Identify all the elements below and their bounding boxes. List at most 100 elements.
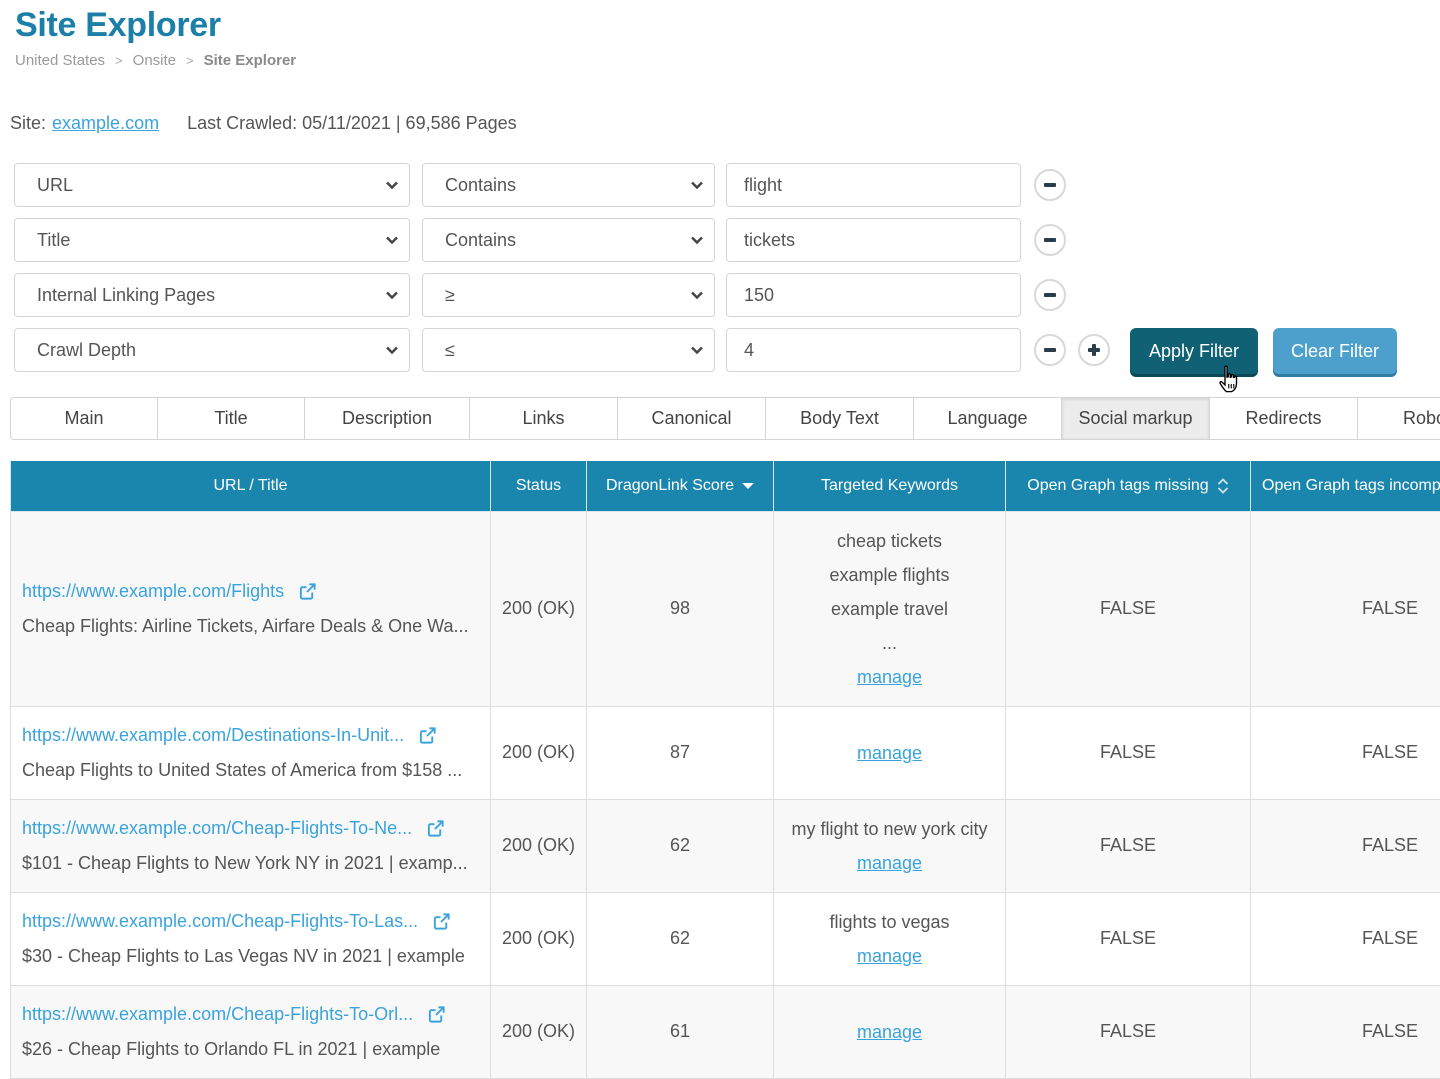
chevron-down-icon (691, 346, 703, 355)
keyword-item: ... (881, 632, 897, 653)
score-cell: 98 (586, 510, 774, 707)
external-link-icon[interactable] (298, 582, 317, 601)
score-cell: 87 (586, 705, 774, 800)
status-cell: 200 (OK) (490, 510, 587, 707)
tab-bar: Main Title Description Links Canonical Body T… (10, 397, 1440, 440)
filter-value-input[interactable]: tickets (726, 218, 1021, 262)
chevron-down-icon (386, 291, 398, 300)
page-url-link[interactable]: https://www.example.com/Cheap-Flights-To… (22, 1004, 413, 1025)
filter-row: Internal Linking Pages ≥150 (14, 273, 1114, 317)
og-missing-cell: FALSE (1005, 510, 1251, 707)
page-url-link[interactable]: https://www.example.com/Cheap-Flights-To… (22, 818, 412, 839)
manage-keywords-link[interactable]: manage (857, 667, 922, 687)
tab-body-text[interactable]: Body Text (766, 398, 914, 439)
column-header-url-title[interactable]: URL / Title (10, 461, 491, 512)
add-filter-button[interactable] (1078, 334, 1110, 366)
filter-operator-select[interactable]: Contains (422, 163, 715, 207)
remove-filter-button[interactable] (1034, 169, 1066, 201)
og-missing-cell: FALSE (1005, 984, 1251, 1079)
keywords-cell: flights to vegas manage (773, 891, 1006, 986)
keyword-item: example travel (830, 598, 949, 619)
table-row: https://www.example.com/Destinations-In-… (10, 705, 1440, 800)
manage-keywords-link[interactable]: manage (857, 743, 922, 763)
status-cell: 200 (OK) (490, 984, 587, 1079)
site-link[interactable]: example.com (52, 113, 159, 134)
manage-keywords-link[interactable]: manage (857, 946, 922, 966)
tab-language[interactable]: Language (914, 398, 1062, 439)
remove-filter-button[interactable] (1034, 334, 1066, 366)
external-link-icon[interactable] (418, 726, 437, 745)
column-header-og-missing[interactable]: Open Graph tags missing (1005, 461, 1251, 512)
column-header-status[interactable]: Status (490, 461, 587, 512)
url-title-cell: https://www.example.com/Cheap-Flights-To… (10, 891, 491, 986)
filter-field-select[interactable]: Internal Linking Pages (14, 273, 410, 317)
page-title-text: $26 - Cheap Flights to Orlando FL in 202… (22, 1038, 441, 1059)
table-row: https://www.example.com/Cheap-Flights-To… (10, 984, 1440, 1079)
filter-row: Crawl Depth ≤4 (14, 328, 1114, 372)
filter-operator-select[interactable]: ≥ (422, 273, 715, 317)
page-title-text: $30 - Cheap Flights to Las Vegas NV in 2… (22, 945, 465, 966)
filter-value-input[interactable]: 150 (726, 273, 1021, 317)
tab-description[interactable]: Description (305, 398, 470, 439)
page-title-text: Cheap Flights to United States of Americ… (22, 759, 463, 780)
last-crawled-info: Last Crawled: 05/11/2021 | 69,586 Pages (187, 113, 517, 133)
filter-value-input[interactable]: 4 (726, 328, 1021, 372)
og-incomplete-cell: FALSE (1250, 705, 1440, 800)
tab-title[interactable]: Title (158, 398, 305, 439)
minus-icon (1044, 183, 1056, 187)
url-title-cell: https://www.example.com/Destinations-In-… (10, 705, 491, 800)
breadcrumb: United States > Onsite > Site Explorer (15, 52, 296, 69)
breadcrumb-separator: > (186, 53, 194, 68)
minus-icon (1044, 348, 1056, 352)
filter-operator-select[interactable]: ≤ (422, 328, 715, 372)
tab-robots[interactable]: Robots (1358, 398, 1440, 439)
page-url-link[interactable]: https://www.example.com/Destinations-In-… (22, 725, 404, 746)
tab-redirects[interactable]: Redirects (1210, 398, 1358, 439)
status-cell: 200 (OK) (490, 705, 587, 800)
filter-operator-select[interactable]: Contains (422, 218, 715, 262)
filter-field-select[interactable]: Title (14, 218, 410, 262)
manage-keywords-link[interactable]: manage (857, 1022, 922, 1042)
tab-canonical[interactable]: Canonical (618, 398, 766, 439)
hand-cursor-icon (1219, 365, 1238, 393)
clear-filter-button[interactable]: Clear Filter (1273, 328, 1397, 374)
url-title-cell: https://www.example.com/Flights Cheap Fli… (10, 510, 491, 707)
tab-links[interactable]: Links (470, 398, 618, 439)
external-link-icon[interactable] (426, 819, 445, 838)
og-missing-cell: FALSE (1005, 798, 1251, 893)
remove-filter-button[interactable] (1034, 279, 1066, 311)
tab-social-markup[interactable]: Social markup (1062, 398, 1210, 439)
site-label: Site: (10, 113, 47, 133)
filter-row: Title Contains tickets (14, 218, 1114, 262)
external-link-icon[interactable] (432, 912, 451, 931)
filter-field-select[interactable]: Crawl Depth (14, 328, 410, 372)
page-title-text: Cheap Flights: Airline Tickets, Airfare … (22, 615, 469, 636)
manage-keywords-link[interactable]: manage (857, 853, 922, 873)
column-header-targeted-keywords[interactable]: Targeted Keywords (773, 461, 1006, 512)
remove-filter-button[interactable] (1034, 224, 1066, 256)
breadcrumb-separator: > (115, 53, 123, 68)
og-missing-cell: FALSE (1005, 705, 1251, 800)
column-header-dragonlink-score[interactable]: DragonLink Score (586, 461, 774, 512)
external-link-icon[interactable] (427, 1005, 446, 1024)
og-incomplete-cell: FALSE (1250, 510, 1440, 707)
chevron-down-icon (386, 236, 398, 245)
table-row: https://www.example.com/Flights Cheap Fli… (10, 510, 1440, 707)
column-header-og-incomplete[interactable]: Open Graph tags incomplete (1250, 461, 1440, 512)
score-cell: 62 (586, 798, 774, 893)
tab-main[interactable]: Main (11, 398, 158, 439)
keywords-cell: my flight to new york city manage (773, 798, 1006, 893)
og-incomplete-cell: FALSE (1250, 891, 1440, 986)
chevron-down-icon (691, 181, 703, 190)
breadcrumb-item-country[interactable]: United States (15, 52, 105, 69)
filter-value-input[interactable]: flight (726, 163, 1021, 207)
og-missing-cell: FALSE (1005, 891, 1251, 986)
filter-field-select[interactable]: URL (14, 163, 410, 207)
keyword-item: my flight to new york city (791, 818, 988, 839)
breadcrumb-item-onsite[interactable]: Onsite (133, 52, 176, 69)
page-url-link[interactable]: https://www.example.com/Cheap-Flights-To… (22, 911, 418, 932)
page-url-link[interactable]: https://www.example.com/Flights (22, 581, 284, 602)
status-cell: 200 (OK) (490, 891, 587, 986)
chevron-down-icon (691, 291, 703, 300)
minus-icon (1044, 238, 1056, 242)
